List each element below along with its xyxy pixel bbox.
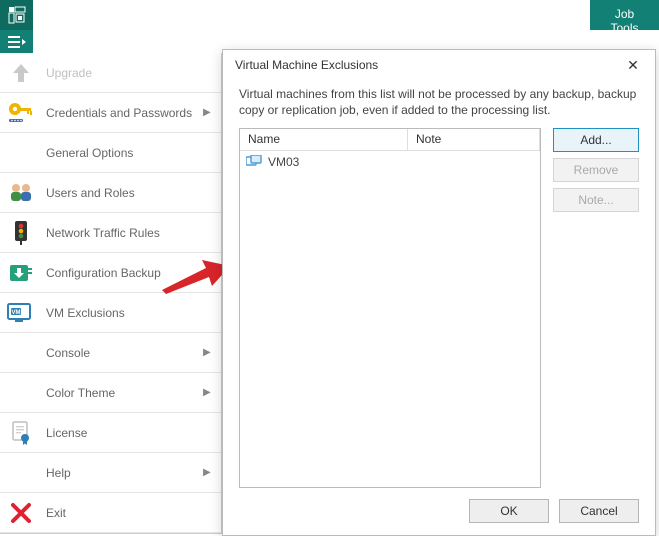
menu-upgrade: Upgrade (0, 53, 221, 93)
menu-label: Users and Roles (46, 186, 213, 200)
users-icon (6, 178, 36, 208)
cancel-button[interactable]: Cancel (559, 499, 639, 523)
menu-config-backup[interactable]: Configuration Backup (0, 253, 221, 293)
menu-vm-exclusions[interactable]: VM VM Exclusions (0, 293, 221, 333)
exclusion-list[interactable]: Name Note VM03 (239, 128, 541, 488)
vm-icon (246, 155, 262, 169)
dialog-description: Virtual machines from this list will not… (223, 80, 655, 128)
remove-button: Remove (553, 158, 639, 182)
main-menu-button[interactable] (0, 30, 33, 53)
menu-label: Color Theme (46, 386, 203, 400)
menu-label: License (46, 426, 213, 440)
traffic-icon (6, 218, 36, 248)
help-icon (6, 458, 36, 488)
dialog-titlebar: Virtual Machine Exclusions ✕ (223, 50, 655, 80)
dialog-title: Virtual Machine Exclusions (235, 58, 378, 72)
color-theme-icon (6, 378, 36, 408)
options-icon (6, 138, 36, 168)
ok-button[interactable]: OK (469, 499, 549, 523)
menu-users-roles[interactable]: Users and Roles (0, 173, 221, 213)
vm-name: VM03 (268, 155, 299, 169)
menu-network-traffic[interactable]: Network Traffic Rules (0, 213, 221, 253)
list-header: Name Note (240, 129, 540, 151)
note-button: Note... (553, 188, 639, 212)
console-icon (6, 338, 36, 368)
menu-label: VM Exclusions (46, 306, 213, 320)
menu-help[interactable]: Help ▶ (0, 453, 221, 493)
dialog-vm-exclusions: Virtual Machine Exclusions ✕ Virtual mac… (222, 49, 656, 536)
menu-console[interactable]: Console ▶ (0, 333, 221, 373)
chevron-right-icon: ▶ (203, 347, 213, 358)
list-item[interactable]: VM03 (240, 151, 540, 173)
column-name[interactable]: Name (240, 129, 408, 151)
menu-label: Configuration Backup (46, 266, 213, 280)
dialog-footer: OK Cancel (469, 499, 639, 523)
menu-label: Exit (46, 506, 213, 520)
main-menu-panel: Upgrade Credentials and Passwords ▶ Gene… (0, 53, 222, 534)
menu-credentials[interactable]: Credentials and Passwords ▶ (0, 93, 221, 133)
app-icon (0, 0, 33, 30)
column-note[interactable]: Note (408, 129, 540, 151)
menu-label: Upgrade (46, 66, 213, 80)
close-button[interactable]: ✕ (621, 57, 645, 74)
titlebar: Job Tools (0, 0, 659, 30)
menu-color-theme[interactable]: Color Theme ▶ (0, 373, 221, 413)
chevron-right-icon: ▶ (203, 467, 213, 478)
menu-label: Console (46, 346, 203, 360)
key-icon (6, 98, 36, 128)
menu-general-options[interactable]: General Options (0, 133, 221, 173)
add-button[interactable]: Add... (553, 128, 639, 152)
menu-label: Help (46, 466, 203, 480)
side-buttons: Add... Remove Note... (553, 128, 639, 488)
menu-license[interactable]: License (0, 413, 221, 453)
menu-label: Credentials and Passwords (46, 106, 203, 120)
menu-exit[interactable]: Exit (0, 493, 221, 533)
svg-text:VM: VM (12, 310, 21, 316)
titlebar-tab-jobtools[interactable]: Job Tools (590, 0, 659, 30)
config-backup-icon (6, 258, 36, 288)
menu-label: Network Traffic Rules (46, 226, 213, 240)
exit-icon (6, 498, 36, 528)
upgrade-icon (6, 58, 36, 88)
chevron-right-icon: ▶ (203, 107, 213, 118)
menu-label: General Options (46, 146, 213, 160)
chevron-right-icon: ▶ (203, 387, 213, 398)
vm-exclusions-icon: VM (6, 298, 36, 328)
license-icon (6, 418, 36, 448)
